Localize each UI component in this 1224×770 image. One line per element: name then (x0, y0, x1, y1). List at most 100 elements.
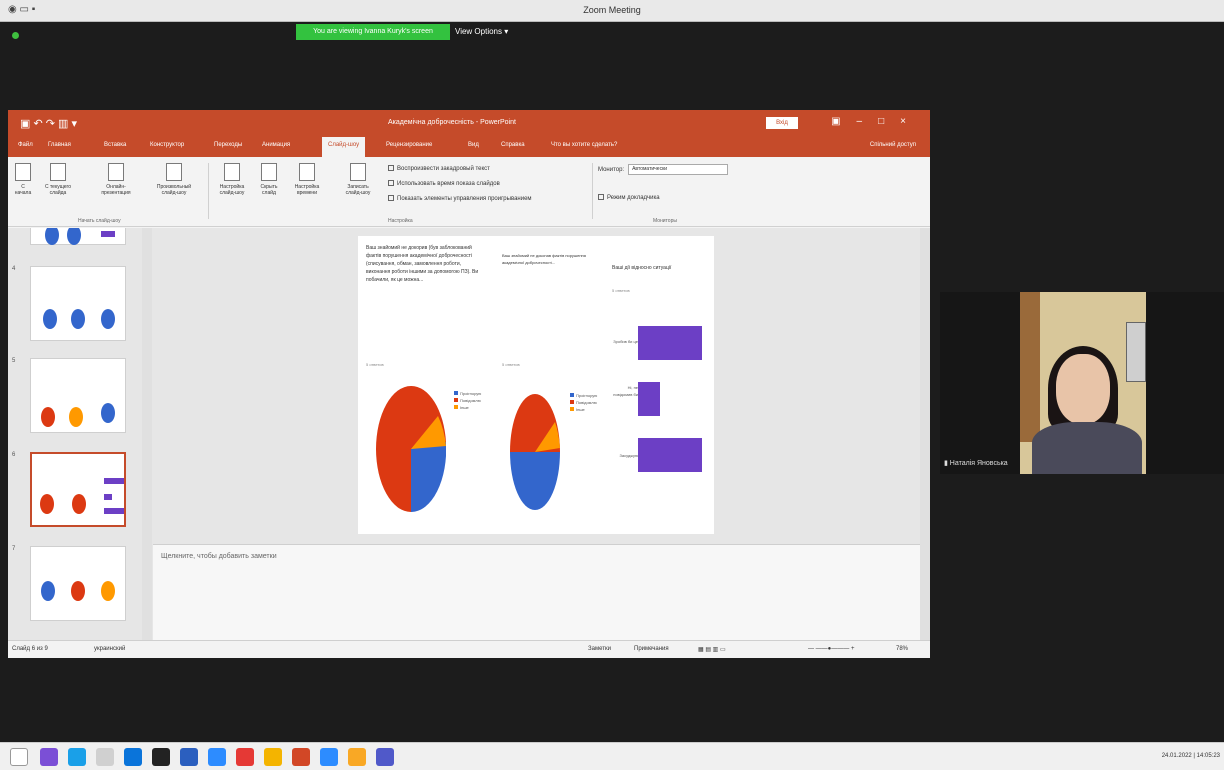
bar-label: Засуджую (619, 453, 638, 458)
tell-me-search[interactable]: Что вы хотите сделать? (551, 142, 617, 148)
hide-slide-icon (261, 163, 277, 181)
use-timings-checkbox[interactable]: Использовать время показа слайдов (388, 180, 500, 187)
window-title: Zoom Meeting (583, 5, 641, 15)
record-icon (350, 163, 366, 181)
monitor-select[interactable]: Монитор: Автоматически (598, 164, 729, 175)
bar (638, 438, 702, 472)
tab-animations[interactable]: Анимация (262, 142, 290, 148)
legend-entry: Інше (570, 406, 597, 413)
tab-home[interactable]: Главная (48, 142, 71, 148)
rehearse-timings-button[interactable]: Настройка времени (290, 163, 324, 196)
tab-design[interactable]: Конструктор (150, 142, 184, 148)
app-icon[interactable] (236, 748, 254, 766)
bar (638, 326, 702, 360)
checkbox-icon (388, 180, 394, 186)
from-current-slide-button[interactable]: С текущего слайда (38, 163, 78, 196)
task-view-icon[interactable] (10, 748, 28, 766)
quick-access-toolbar[interactable]: ▣ ↶ ↷ ▥ ▾ (20, 117, 77, 130)
view-buttons[interactable]: ▦ ▤ ▥ ▭ (698, 646, 726, 653)
tab-view[interactable]: Вид (468, 142, 479, 148)
share-button[interactable]: Спільний доступ (870, 142, 916, 148)
sign-in-button[interactable]: Вхід (766, 117, 798, 129)
setup-icon (224, 163, 240, 181)
slide-thumbnail[interactable] (30, 228, 126, 245)
hide-slide-button[interactable]: Скрыть слайд (256, 163, 282, 196)
custom-slideshow-button[interactable]: Произвольный слайд-шоу (146, 163, 202, 196)
slide-thumbnail-pane[interactable]: 4 5 6 7 (8, 228, 153, 640)
slideshow-start-icon (15, 163, 31, 181)
show-media-controls-checkbox[interactable]: Показать элементы управления проигрывани… (388, 195, 532, 202)
explorer-icon[interactable] (96, 748, 114, 766)
current-slide-icon (50, 163, 66, 181)
answers-count-3: 5 ответов (612, 288, 630, 293)
narration-checkbox[interactable]: Воспроизвести закадровый текст (388, 165, 490, 172)
status-bar: Слайд 6 из 9 украинский Заметки Примечан… (8, 640, 930, 658)
legend-entry: Повідомлю (570, 399, 597, 406)
record-slideshow-button[interactable]: Записать слайд-шоу (338, 163, 378, 196)
zoom-title-bar: ◉ ▭ ▪ Zoom Meeting (0, 0, 1224, 22)
notes-placeholder: Щелкните, чтобы добавить заметки (161, 553, 277, 560)
zoom-active-icon[interactable] (320, 748, 338, 766)
thumb-number: 4 (12, 266, 16, 272)
from-beginning-button[interactable]: С начала (12, 163, 34, 196)
terminal-icon[interactable] (152, 748, 170, 766)
comments-toggle[interactable]: Примечания (634, 646, 669, 652)
tab-review[interactable]: Рецензирование (386, 142, 432, 148)
checkbox-icon (598, 194, 604, 200)
current-slide[interactable]: Ваш знайомий не докорив (був заблоковани… (358, 236, 714, 534)
encryption-indicator-icon[interactable] (12, 32, 19, 39)
pie-slice (510, 452, 560, 510)
screen-share-banner: You are viewing Ivanna Kuryk's screen (296, 24, 450, 40)
notes-app-icon[interactable] (348, 748, 366, 766)
tab-transitions[interactable]: Переходы (214, 142, 242, 148)
powerpoint-icon[interactable] (292, 748, 310, 766)
pie-slice (376, 386, 411, 512)
notes-toggle[interactable]: Заметки (588, 646, 611, 652)
language-indicator[interactable]: украинский (94, 646, 125, 652)
question-text-1: Ваш знайомий не докорив (був заблоковани… (366, 245, 479, 283)
slide-thumbnail[interactable] (30, 266, 126, 341)
presenter-view-checkbox[interactable]: Режим докладчика (598, 194, 660, 201)
system-tray-clock[interactable]: 24.01.2022 | 14:05:23 (1162, 753, 1220, 759)
tab-insert[interactable]: Вставка (104, 142, 126, 148)
slide-thumbnail[interactable] (30, 358, 126, 433)
notes-pane[interactable]: Щелкните, чтобы добавить заметки (153, 544, 920, 640)
zoom-slider[interactable]: — ——●——— + (808, 646, 854, 652)
canvas-scrollbar[interactable] (920, 228, 930, 640)
teams-icon[interactable] (376, 748, 394, 766)
timings-icon (299, 163, 315, 181)
slide-counter: Слайд 6 из 9 (12, 646, 48, 652)
skype-icon[interactable] (68, 748, 86, 766)
tab-help[interactable]: Справка (501, 142, 525, 148)
present-online-icon (108, 163, 124, 181)
view-options-button[interactable]: View Options ▾ (455, 24, 508, 40)
question-text-3: Ваші дії відносно ситуації (612, 265, 672, 271)
slide-thumbnail[interactable] (30, 546, 126, 621)
participant-video-tile[interactable]: ▮ Наталія Яновська (940, 292, 1224, 474)
bar (638, 382, 660, 416)
custom-slideshow-icon (166, 163, 182, 181)
legend-entry: Проігнорую (454, 390, 481, 397)
zoom-level[interactable]: 78% (896, 646, 908, 652)
bar-label: Зробив би це (613, 339, 638, 344)
thumbnail-scrollbar[interactable] (142, 228, 152, 640)
answers-count-1: 5 ответов (366, 362, 384, 367)
window-controls[interactable]: ▣–□× (831, 116, 922, 127)
group-label-start: Начать слайд-шоу (78, 218, 121, 224)
zoom-icon[interactable] (208, 748, 226, 766)
slide-thumbnail-selected[interactable] (30, 452, 126, 527)
tab-file[interactable]: Файл (18, 142, 33, 148)
ppt-title-bar: ▣ ↶ ↷ ▥ ▾ Академічна доброчесність - Pow… (8, 110, 930, 137)
thumb-number: 5 (12, 358, 16, 364)
present-online-button[interactable]: Онлайн- презентация (94, 163, 138, 196)
setup-slideshow-button[interactable]: Настройка слайд-шоу (212, 163, 252, 196)
word-icon[interactable] (180, 748, 198, 766)
slideshow-ribbon: С начала С текущего слайда Онлайн- презе… (8, 157, 930, 227)
tab-slideshow[interactable]: Слайд-шоу (322, 137, 366, 157)
viber-icon[interactable] (40, 748, 58, 766)
answers-count-2: 5 ответов (502, 362, 520, 367)
desktop-icon[interactable] (124, 748, 142, 766)
pie-legend-2: Проігнорую Повідомлю Інше (570, 392, 597, 413)
chrome-icon[interactable] (264, 748, 282, 766)
pie-slice (510, 394, 535, 452)
